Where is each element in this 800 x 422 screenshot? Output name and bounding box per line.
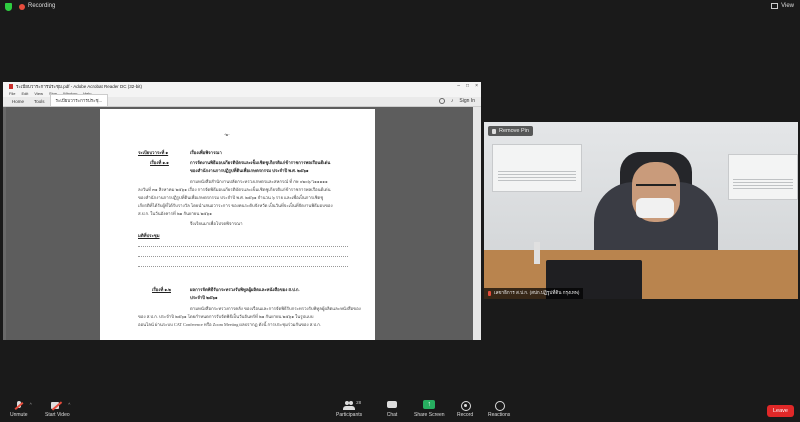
unmute-button[interactable]: ^ Unmute: [10, 401, 32, 418]
sign-in-link[interactable]: Sign In: [459, 98, 475, 104]
item2-title-1: ผลการจัดพิธีรับกระทรวงรับพิทูลผู้ผลิตและ…: [190, 287, 300, 292]
face-mask: [636, 198, 674, 218]
record-label: Record: [457, 412, 474, 418]
participants-button[interactable]: 28 Participants: [336, 400, 363, 418]
shield-icon[interactable]: [5, 3, 12, 11]
window-controls: – □ ×: [457, 83, 478, 89]
body1-line: เกียรติที่ได้รับผู้ที่ได้รับรางวัล โดยนำ…: [138, 203, 333, 208]
body2-line: ของ ส.ป.ก. ประจำปี ๒๕๖๑ โดยกำหนดการรับจั…: [138, 314, 314, 319]
microphone-muted-icon: ^: [13, 401, 32, 410]
minimize-icon[interactable]: –: [457, 83, 460, 89]
muted-mic-icon: [488, 291, 491, 296]
participant-video[interactable]: Remove Pin เลขาธิการ ส.ป.ก. (สปก.ปฏิรูปท…: [484, 122, 798, 299]
item1-title-1: การจัดงานพิธีมอบเกียรติบัตรและเข็มเชิดชู…: [190, 160, 331, 165]
item2-title-2: ประจำปี ๒๕๖๑: [190, 295, 218, 300]
view-button[interactable]: View: [771, 3, 794, 9]
reactions-label: Reactions: [488, 412, 511, 418]
glasses: [636, 184, 676, 190]
meeting-topbar: Recording View: [0, 0, 800, 14]
reactions-icon: [493, 401, 506, 411]
left-panel: [3, 107, 6, 340]
window-title: ระเบียบวาระการประชุม.pdf - Adobe Acrobat…: [16, 83, 143, 89]
item1-label: เรื่องที่ ๑.๑: [150, 160, 169, 165]
recording-icon: [19, 4, 25, 10]
remove-pin-label: Remove Pin: [499, 128, 529, 134]
video-off-icon: ^: [51, 401, 70, 410]
bell-icon[interactable]: ♪: [451, 98, 454, 104]
shared-screen: ระเบียบวาระการประชุม.pdf - Adobe Acrobat…: [3, 82, 481, 340]
recording-label: Recording: [28, 3, 56, 9]
air-conditioner: [728, 154, 798, 200]
menu-file[interactable]: File: [9, 91, 15, 96]
item1-title-2: ของสำนักงานการปฏิรูปที่ดินเพื่อเกษตรกรรม…: [190, 168, 309, 173]
unmute-label: Unmute: [10, 412, 28, 418]
resolution-blank-line: [138, 266, 348, 267]
menu-view[interactable]: View: [34, 91, 43, 96]
acrobat-toolbar-right: ♪ Sign In: [438, 98, 475, 104]
body2-line: ออนไลน์ ผ่านระบบ CAT Conference หรือ Zoo…: [138, 322, 321, 327]
menu-edit[interactable]: Edit: [21, 91, 28, 96]
view-label: View: [781, 3, 794, 9]
pin-icon: [492, 128, 496, 134]
agenda-title: เรื่องเพื่อพิจารณา: [190, 150, 222, 155]
participants-label: Participants: [336, 412, 363, 418]
item2-label: เรื่องที่ ๑.๒: [152, 287, 171, 292]
body1-line: ตามหนังสือสำนักงานปลัดกระทรวงเกษตรและสหก…: [190, 179, 328, 184]
tab-document[interactable]: ระเบียบวาระการประชุ...: [49, 94, 109, 106]
acrobat-tabs: Home Tools ระเบียบวาระการประชุ... ♪ Sign…: [3, 94, 481, 107]
grid-icon: [771, 3, 779, 9]
tab-tools[interactable]: Tools: [29, 97, 50, 106]
share-screen-label: Share Screen: [414, 412, 445, 418]
resolution-label: มติที่ประชุม: [138, 233, 160, 238]
participants-count: 28: [356, 400, 362, 405]
participant-name-tag: เลขาธิการ ส.ป.ก. (สปก.ปฏิรูปที่ดิน กรุงเ…: [484, 288, 584, 299]
agenda-label: ระเบียบวาระที่ ๑: [138, 150, 169, 155]
document-viewport[interactable]: -๒- ระเบียบวาระที่ ๑ เรื่องเพื่อพิจารณา …: [3, 107, 481, 340]
participant-name: เลขาธิการ ส.ป.ก. (สปก.ปฏิรูปที่ดิน กรุงเ…: [494, 290, 580, 295]
right-scrollbar[interactable]: [473, 107, 481, 340]
close-icon[interactable]: ×: [475, 83, 478, 89]
start-video-button[interactable]: ^ Start Video: [45, 401, 70, 418]
leave-button[interactable]: Leave: [767, 405, 794, 417]
record-icon: [459, 401, 472, 411]
pdf-page: -๒- ระเบียบวาระที่ ๑ เรื่องเพื่อพิจารณา …: [100, 109, 375, 340]
body1-line: จึงเรียนมาเพื่อโปรดพิจารณา: [190, 221, 243, 226]
page-number: -๒-: [224, 132, 230, 137]
maximize-icon[interactable]: □: [466, 83, 469, 89]
acrobat-title-bar: ระเบียบวาระการประชุม.pdf - Adobe Acrobat…: [3, 82, 481, 90]
chat-label: Chat: [386, 412, 398, 418]
share-screen-icon: [423, 400, 436, 410]
remove-pin-button[interactable]: Remove Pin: [488, 126, 533, 136]
resolution-blank-line: [138, 256, 348, 257]
tab-home[interactable]: Home: [7, 97, 29, 106]
start-video-label: Start Video: [45, 412, 70, 418]
chat-button[interactable]: Chat: [386, 401, 398, 418]
chat-icon: [386, 401, 398, 410]
air-conditioner: [492, 144, 582, 192]
body1-line: ของสำนักงานการปฏิรูปที่ดินเพื่อเกษตรกรรม…: [138, 195, 324, 200]
body2-line: ตามหนังสือกระทรวงการคลัง ของเรือนและการจ…: [190, 306, 361, 311]
help-icon[interactable]: [438, 98, 445, 104]
body1-line: ส.ป.ก. ในวันอังคารที่ ๒๑ กันยายน ๒๕๖๑: [138, 211, 212, 216]
meeting-controls: ^ Unmute ^ Start Video 28 Participants C…: [0, 398, 800, 422]
share-screen-button[interactable]: Share Screen: [414, 400, 445, 418]
body1-line: ลงวันที่ ๓๑ สิงหาคม ๒๕๖๑ เรื่อง การจัดพิ…: [138, 187, 331, 192]
record-button[interactable]: Record: [457, 401, 473, 418]
reactions-button[interactable]: Reactions: [488, 401, 510, 418]
resolution-blank-line: [138, 246, 348, 247]
acrobat-icon: [9, 83, 13, 89]
bottle: [534, 242, 540, 264]
participants-icon: 28: [343, 400, 361, 410]
